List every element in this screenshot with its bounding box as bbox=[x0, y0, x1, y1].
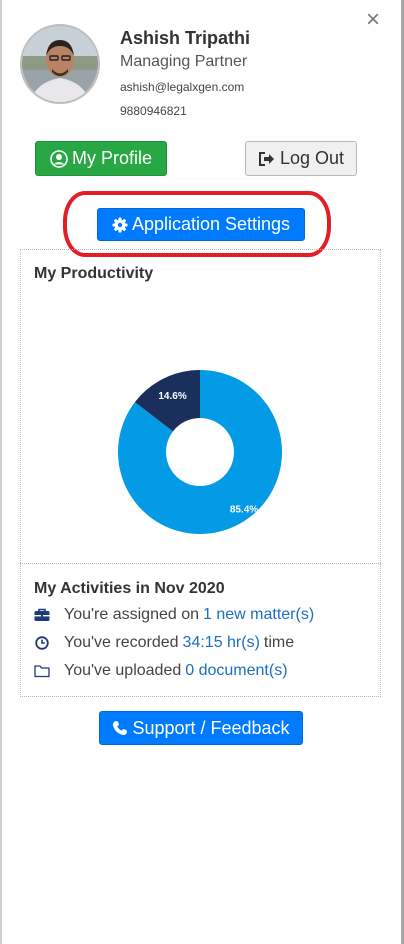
activity-prefix: You've recorded bbox=[64, 634, 179, 651]
application-settings-button[interactable]: Application Settings bbox=[97, 208, 305, 241]
user-circle-icon bbox=[50, 149, 68, 168]
gear-icon bbox=[112, 217, 128, 232]
user-role: Managing Partner bbox=[120, 53, 248, 70]
uploaded-documents-link[interactable]: 0 document(s) bbox=[185, 662, 287, 680]
support-feedback-button[interactable]: Support / Feedback bbox=[99, 711, 303, 745]
user-email: ashish@legalxgen.com bbox=[120, 80, 245, 94]
new-matters-link[interactable]: 1 new matter(s) bbox=[203, 606, 314, 624]
activity-prefix: You've uploaded bbox=[64, 662, 182, 679]
activity-suffix: time bbox=[263, 634, 295, 651]
donut-label-1: 14.6% bbox=[158, 391, 186, 402]
activity-prefix: You're assigned on bbox=[64, 606, 200, 623]
activities-title: My Activities in Nov 2020 bbox=[34, 580, 225, 597]
donut-label-0: 85.4% bbox=[230, 505, 258, 516]
support-feedback-label: Support / Feedback bbox=[132, 717, 290, 738]
log-out-label: Log Out bbox=[279, 148, 345, 168]
briefcase-icon bbox=[34, 607, 50, 623]
avatar bbox=[20, 24, 100, 104]
panel-divider bbox=[20, 563, 381, 564]
my-profile-button[interactable]: My Profile bbox=[35, 141, 167, 176]
application-settings-label: Application Settings bbox=[131, 214, 291, 234]
folder-icon bbox=[34, 663, 50, 679]
avatar-photo bbox=[22, 26, 98, 102]
left-border bbox=[0, 0, 2, 944]
productivity-donut-chart: 85.4% 14.6% bbox=[118, 370, 282, 534]
activity-item-documents: You've uploaded 0 document(s) bbox=[34, 660, 288, 682]
log-out-button[interactable]: Log Out bbox=[245, 141, 357, 176]
recorded-hours-link[interactable]: 34:15 hr(s) bbox=[183, 634, 260, 652]
productivity-title: My Productivity bbox=[34, 265, 154, 282]
phone-icon bbox=[113, 721, 128, 735]
user-phone: 9880946821 bbox=[120, 104, 187, 118]
clock-icon bbox=[34, 635, 50, 651]
activity-item-time: You've recorded 34:15 hr(s) time bbox=[34, 632, 294, 654]
sign-out-icon bbox=[258, 151, 274, 166]
my-profile-label: My Profile bbox=[71, 148, 152, 168]
close-icon[interactable]: × bbox=[362, 8, 384, 32]
activity-item-matters: You're assigned on 1 new matter(s) bbox=[34, 604, 314, 626]
user-name: Ashish Tripathi bbox=[120, 28, 251, 48]
